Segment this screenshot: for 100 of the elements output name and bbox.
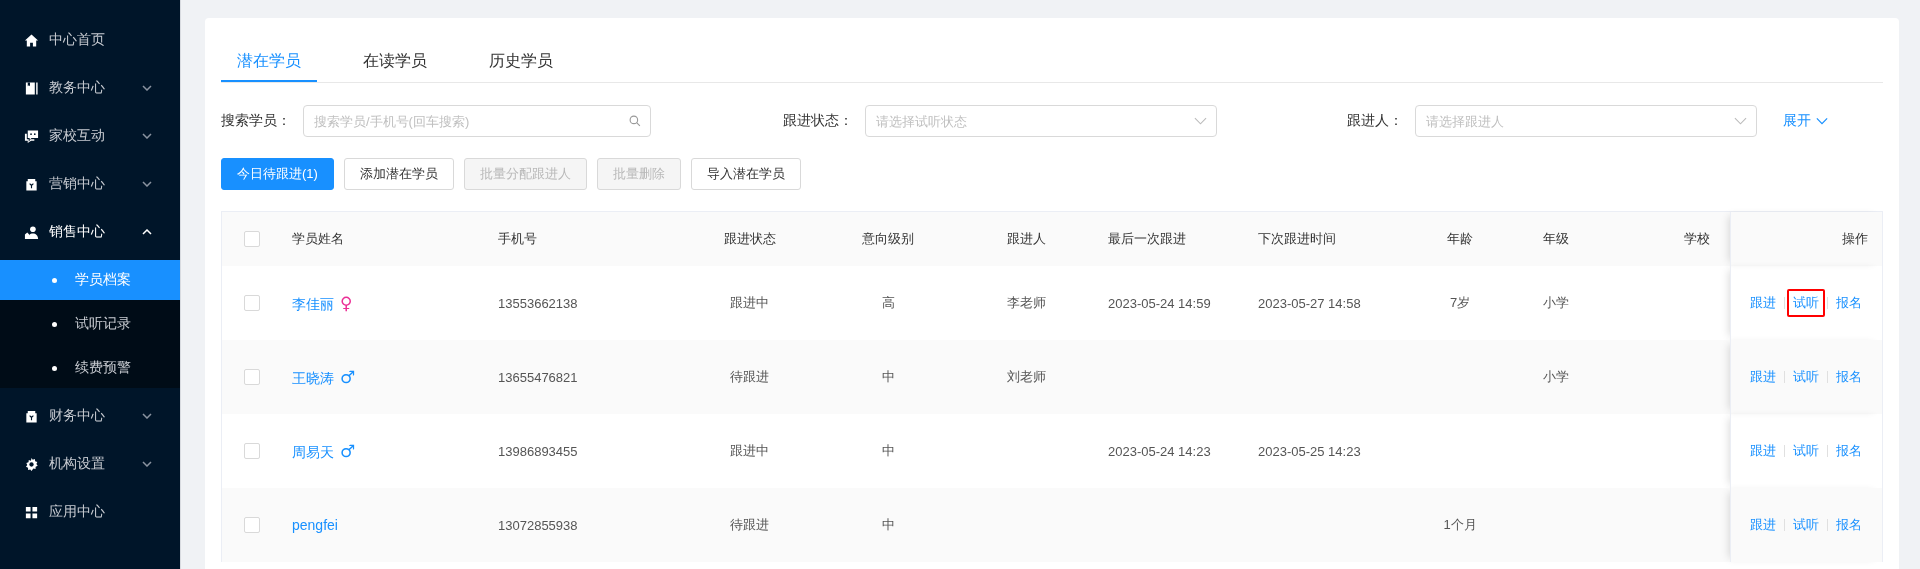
submenu-item[interactable]: 续费预警 [0, 348, 180, 388]
filter-label: 搜索学员： [221, 112, 291, 130]
action-link[interactable]: 跟进 [1744, 437, 1782, 465]
student-name-link[interactable]: pengfei [292, 517, 338, 533]
nav-item[interactable]: 财务中心 [0, 392, 180, 440]
table-cell: 13986893455 [498, 443, 578, 459]
nav-label: 财务中心 [49, 407, 106, 425]
nav-item[interactable]: 机构设置 [0, 440, 180, 488]
gender-symbol: ♂ [340, 366, 356, 387]
submenu-label: 试听记录 [75, 315, 131, 333]
action-link[interactable]: 跟进 [1744, 289, 1782, 317]
gender-symbol: ♀ [340, 292, 353, 313]
action-link[interactable]: 试听 [1787, 289, 1825, 317]
bullet-icon [52, 277, 57, 283]
nav-label: 中心首页 [49, 31, 106, 49]
nav-item[interactable]: 教务中心 [0, 64, 180, 112]
tab[interactable]: 在读学员 [347, 42, 443, 82]
chevron-down-icon [1816, 117, 1828, 125]
settings-icon [24, 456, 39, 472]
table-cell: 7岁 [1449, 295, 1471, 310]
table-cell: 2023-05-24 14:23 [1108, 443, 1211, 459]
student-name-link[interactable]: 王晓涛 [292, 369, 334, 386]
table-cell: 李老师 [1007, 295, 1046, 310]
nav-label: 应用中心 [49, 503, 106, 521]
toolbar-button[interactable]: 添加潜在学员 [343, 158, 454, 190]
nav-label: 家校互动 [49, 127, 106, 145]
bag-icon [24, 176, 39, 192]
tab[interactable]: 潜在学员 [221, 42, 317, 82]
action-link[interactable]: 试听 [1787, 437, 1825, 465]
column-header: 意向级别 [862, 231, 914, 246]
column-header: 学员姓名 [292, 231, 344, 246]
student-name-link[interactable]: 周易天 [292, 443, 334, 460]
table-cell: 小学 [1543, 369, 1569, 384]
nav-label: 教务中心 [49, 79, 106, 97]
table-cell: 13072855938 [498, 517, 578, 533]
table-cell: 1个月 [1443, 517, 1477, 532]
person-icon [24, 224, 39, 240]
expand-link[interactable]: 展开 [1783, 112, 1828, 130]
column-header: 跟进人 [1007, 231, 1046, 246]
table-cell: 中 [881, 517, 895, 532]
action-link[interactable]: 跟进 [1744, 511, 1782, 539]
table-cell: 2023-05-27 14:58 [1258, 295, 1361, 311]
student-name-link[interactable]: 李佳丽 [292, 295, 334, 312]
column-header: 最后一次跟进 [1108, 231, 1186, 246]
chevron-down-icon [1194, 117, 1207, 125]
column-header: 手机号 [498, 231, 537, 246]
nav-label: 营销中心 [49, 175, 106, 193]
column-header: 学校 [1683, 231, 1710, 246]
filter-label: 跟进人： [1347, 112, 1403, 130]
toolbar-button[interactable]: 导入潜在学员 [690, 158, 801, 190]
filter-label: 跟进状态： [783, 112, 853, 130]
column-header: 跟进状态 [723, 231, 776, 246]
table-cell: 待跟进 [730, 369, 769, 384]
grid-icon [24, 504, 39, 520]
column-header: 年级 [1543, 231, 1569, 246]
action-link[interactable]: 报名 [1830, 289, 1868, 317]
nav-item[interactable]: 中心首页 [0, 16, 180, 64]
select-field[interactable]: 请选择试听状态 [865, 105, 1217, 137]
chat-icon [24, 128, 39, 144]
nav-label: 机构设置 [49, 455, 106, 473]
bullet-icon [52, 321, 57, 327]
column-header: 年龄 [1447, 231, 1473, 246]
nav-item[interactable]: 应用中心 [0, 488, 180, 536]
table-cell: 13655476821 [498, 369, 578, 385]
action-link[interactable]: 跟进 [1744, 363, 1782, 391]
bag-icon [24, 408, 39, 424]
submenu-item[interactable]: 学员档案 [0, 260, 180, 300]
action-link[interactable]: 试听 [1787, 363, 1825, 391]
nav-item[interactable]: 销售中心 [0, 208, 180, 256]
search-field[interactable]: 搜索学员/手机号(回车搜索) [303, 105, 651, 137]
column-header: 下次跟进时间 [1258, 231, 1336, 246]
table-cell: 跟进中 [730, 443, 769, 458]
action-link[interactable]: 报名 [1830, 511, 1868, 539]
action-link[interactable]: 报名 [1830, 437, 1868, 465]
select-all-checkbox[interactable] [244, 231, 260, 248]
tab[interactable]: 历史学员 [473, 42, 569, 82]
row-checkbox[interactable] [244, 295, 260, 312]
row-checkbox[interactable] [244, 369, 260, 386]
action-link[interactable]: 试听 [1787, 511, 1825, 539]
select-field[interactable]: 请选择跟进人 [1415, 105, 1757, 137]
submenu-label: 学员档案 [75, 271, 131, 289]
submenu-item[interactable]: 试听记录 [0, 304, 180, 344]
column-header: 操作 [1842, 231, 1868, 246]
table-cell: 高 [881, 295, 895, 310]
nav-item[interactable]: 家校互动 [0, 112, 180, 160]
table-cell: 2023-05-25 14:23 [1258, 443, 1361, 459]
table-cell: 中 [881, 369, 895, 384]
search-icon [629, 115, 641, 127]
table-cell: 2023-05-24 14:59 [1108, 295, 1211, 311]
table-cell: 小学 [1543, 295, 1569, 310]
home-icon [24, 32, 39, 48]
gender-symbol: ♂ [340, 440, 356, 461]
nav-item[interactable]: 营销中心 [0, 160, 180, 208]
row-checkbox[interactable] [244, 517, 260, 534]
toolbar-button[interactable]: 今日待跟进(1) [221, 158, 334, 190]
book-icon [24, 80, 39, 96]
row-checkbox[interactable] [244, 443, 260, 460]
action-link[interactable]: 报名 [1830, 363, 1868, 391]
submenu-label: 续费预警 [75, 359, 131, 377]
table-cell: 13553662138 [498, 295, 578, 311]
